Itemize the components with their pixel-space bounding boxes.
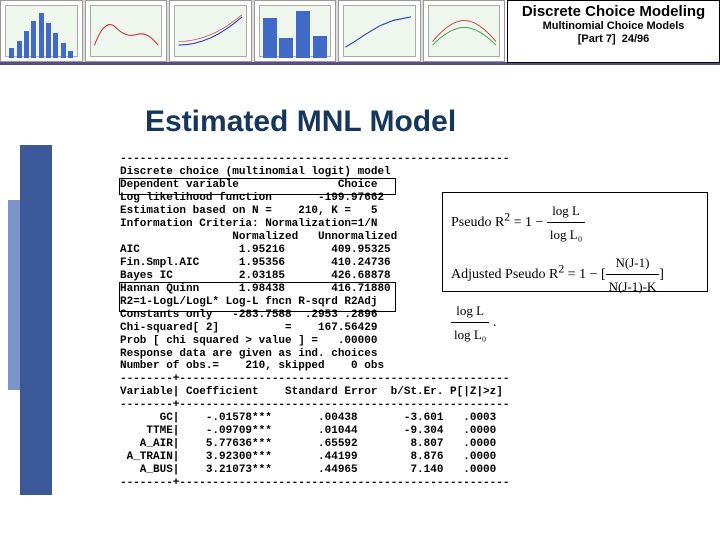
thumb-3 [169,0,252,62]
thumb-1 [0,0,83,62]
out-hr: --------+-------------------------------… [120,373,509,385]
course-title: Discrete Choice Modeling [508,3,719,20]
part-page: [Part 7] 24/96 [508,33,719,45]
out-line: Constants only -283.7588 .2953 .2896 [120,309,377,321]
header-bar: Discrete Choice Modeling Multinomial Cho… [0,0,720,65]
out-line: Chi-squared[ 2] = 167.56429 [120,322,377,334]
out-line: Log likelihood function -199.97662 [120,192,384,204]
out-hr: --------+-------------------------------… [120,477,509,489]
side-accent-dark [20,145,52,495]
out-line: A_BUS| 3.21073*** .44965 7.140 .0000 [120,464,496,476]
out-line: Discrete choice (multinomial logit) mode… [120,166,391,178]
slide-title: Estimated MNL Model [145,105,456,139]
part-label: [Part 7] [578,33,616,45]
chart-thumbnails [0,0,505,62]
thumb-4 [254,0,337,62]
formula-pseudo-r2: Pseudo R2 = 1 − log Llog L₀ [451,199,699,247]
out-hr: ----------------------------------------… [120,153,509,165]
out-line: A_AIR| 5.77636*** .65592 8.807 .0000 [120,438,496,450]
out-line: Estimation based on N = 210, K = 5 [120,205,377,217]
formula-adj-pseudo-r2: Adjusted Pseudo R2 = 1 − [N(J-1)N(J-1)-K… [451,251,699,347]
thumb-5 [338,0,421,62]
out-line: Prob [ chi squared > value ] = .00000 [120,335,377,347]
out-line: R2=1-LogL/LogL* Log-L fncn R-sqrd R2Adj [120,296,377,308]
out-line: A_TRAIN| 3.92300*** .44199 8.876 .0000 [120,451,496,463]
title-box: Discrete Choice Modeling Multinomial Cho… [507,0,720,63]
thumb-6 [423,0,506,62]
page-number: 24/96 [622,33,650,45]
out-line: Number of obs.= 210, skipped 0 obs [120,360,384,372]
out-line: Hannan Quinn 1.98438 416.71880 [120,283,391,295]
out-line: Bayes IC 2.03185 426.68878 [120,270,391,282]
out-line: Dependent variable Choice [120,179,377,191]
formula-box: Pseudo R2 = 1 − log Llog L₀ Adjusted Pse… [442,192,708,292]
thumb-2 [85,0,168,62]
out-line: Variable| Coefficient Standard Error b/S… [120,386,503,398]
out-line: Information Criteria: Normalization=1/N [120,218,377,230]
out-line: GC| -.01578*** .00438 -3.601 .0003 [120,412,496,424]
out-line: Response data are given as ind. choices [120,348,377,360]
out-line: Fin.Smpl.AIC 1.95356 410.24736 [120,257,391,269]
out-hr: --------+-------------------------------… [120,399,509,411]
out-line: AIC 1.95216 409.95325 [120,244,391,256]
course-subtitle: Multinomial Choice Models [508,20,719,32]
out-line: TTME| -.09709*** .01044 -9.304 .0000 [120,425,496,437]
out-line: Normalized Unnormalized [120,231,397,243]
side-accent-light [8,200,20,390]
